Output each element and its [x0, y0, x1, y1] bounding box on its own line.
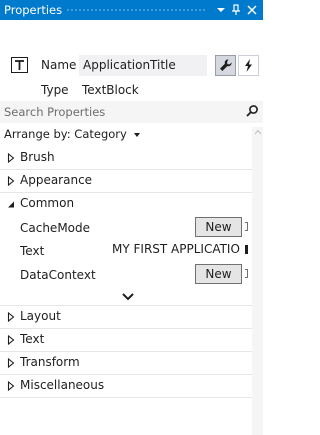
property-marker-set[interactable]: [245, 245, 248, 254]
type-label: Type: [41, 83, 69, 97]
expand-triangle-icon: [7, 153, 15, 163]
arrange-by-label: Arrange by: Category: [4, 127, 127, 141]
title-bar-grip: [66, 8, 206, 13]
category-common[interactable]: Common: [0, 193, 252, 215]
category-label: Transform: [20, 355, 80, 369]
category-label: Brush: [20, 150, 55, 164]
window-dropdown-icon[interactable]: [214, 2, 228, 18]
name-field[interactable]: ApplicationTitle: [79, 55, 207, 76]
vertical-scrollbar[interactable]: [252, 127, 263, 435]
arrange-by-dropdown[interactable]: Arrange by: Category: [4, 127, 141, 141]
caret-down-icon: [134, 132, 141, 137]
chevron-down-icon[interactable]: [120, 291, 136, 303]
divider: [0, 397, 252, 398]
close-icon[interactable]: [245, 2, 259, 18]
properties-tool-button[interactable]: [215, 55, 236, 76]
property-label-text: Text: [20, 244, 45, 258]
category-text[interactable]: Text: [0, 329, 252, 351]
collapse-triangle-icon: [8, 201, 14, 208]
expand-triangle-icon: [7, 358, 15, 368]
name-label: Name: [41, 58, 77, 72]
property-marker[interactable]: [245, 269, 248, 278]
panel-title: Properties: [4, 3, 63, 17]
expand-triangle-icon: [7, 335, 15, 345]
category-brush[interactable]: Brush: [0, 147, 252, 169]
category-miscellaneous[interactable]: Miscellaneous: [0, 375, 252, 397]
panel-title-bar[interactable]: Properties: [0, 0, 263, 20]
search-properties-box[interactable]: Search Properties: [0, 101, 263, 123]
cachemode-new-button[interactable]: New: [195, 217, 242, 237]
datacontext-new-button[interactable]: New: [195, 264, 242, 284]
category-label: Layout: [20, 309, 61, 323]
search-icon[interactable]: [245, 104, 259, 118]
search-placeholder: Search Properties: [4, 105, 106, 119]
type-value: TextBlock: [82, 83, 139, 97]
category-transform[interactable]: Transform: [0, 352, 252, 374]
wrench-icon: [220, 59, 232, 71]
category-label: Text: [20, 332, 45, 346]
category-label: Miscellaneous: [20, 378, 105, 392]
property-label-cachemode: CacheMode: [20, 221, 91, 235]
text-property-input[interactable]: MY FIRST APPLICATION: [111, 239, 241, 260]
category-layout[interactable]: Layout: [0, 306, 252, 328]
expand-triangle-icon: [7, 176, 15, 186]
expand-triangle-icon: [7, 312, 15, 322]
expand-triangle-icon: [7, 381, 15, 391]
property-marker[interactable]: [245, 222, 248, 231]
events-tool-button[interactable]: [238, 55, 259, 76]
property-label-datacontext: DataContext: [20, 268, 96, 282]
scroll-up-icon[interactable]: [254, 129, 262, 135]
category-appearance[interactable]: Appearance: [0, 170, 252, 192]
lightning-icon: [245, 59, 252, 72]
text-block-icon: [11, 57, 28, 73]
category-label: Common: [20, 196, 75, 210]
category-label: Appearance: [20, 173, 93, 187]
pin-icon[interactable]: [229, 2, 243, 18]
